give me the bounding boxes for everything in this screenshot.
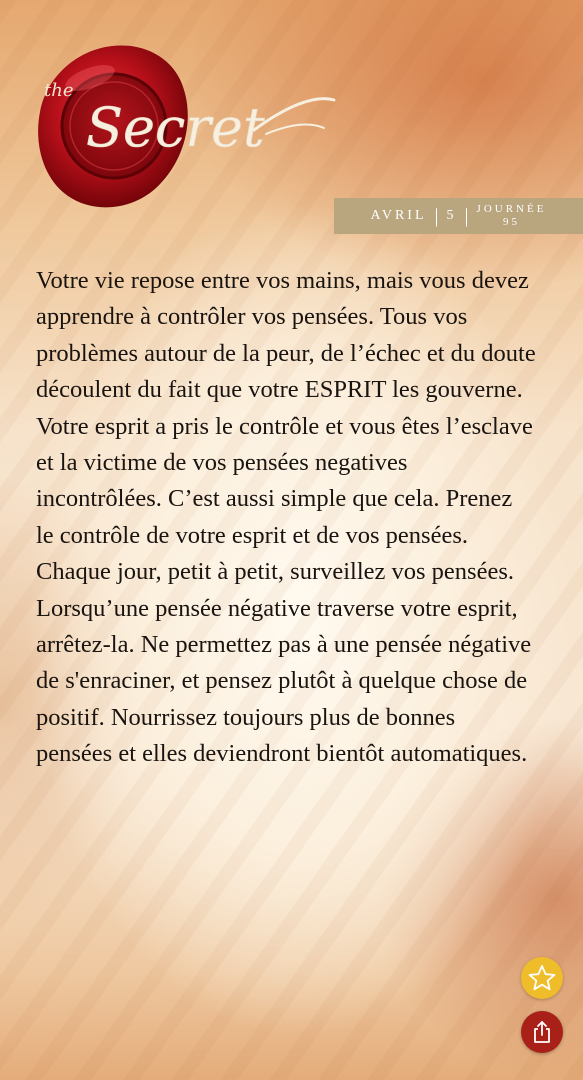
star-icon xyxy=(528,965,556,991)
logo-brand-text: Secret xyxy=(86,96,265,159)
date-separator: | xyxy=(434,204,439,227)
daily-quote: Votre vie repose entre vos mains, mais v… xyxy=(36,263,536,773)
date-separator: | xyxy=(464,204,469,227)
favorite-button[interactable] xyxy=(521,957,563,999)
journee-number: 95 xyxy=(502,216,520,228)
quote-paragraph: Lorsqu’une pensée négative traverse votr… xyxy=(36,594,532,768)
date-day: 5 xyxy=(446,208,457,223)
quote-paragraph: Votre esprit a pris le contrôle et vous … xyxy=(36,412,533,586)
date-journee: JOURNÉE 95 xyxy=(477,203,547,229)
logo-the-text: the xyxy=(44,80,73,101)
date-month: AVRIL xyxy=(370,208,427,223)
date-banner: AVRIL | 5 | JOURNÉE 95 xyxy=(334,198,583,234)
the-secret-logo: the Secret xyxy=(38,45,336,208)
share-button[interactable] xyxy=(521,1011,563,1053)
share-icon xyxy=(534,1021,550,1043)
quote-paragraph: Votre vie repose entre vos mains, mais v… xyxy=(36,267,536,404)
journee-label: JOURNÉE xyxy=(476,203,547,215)
